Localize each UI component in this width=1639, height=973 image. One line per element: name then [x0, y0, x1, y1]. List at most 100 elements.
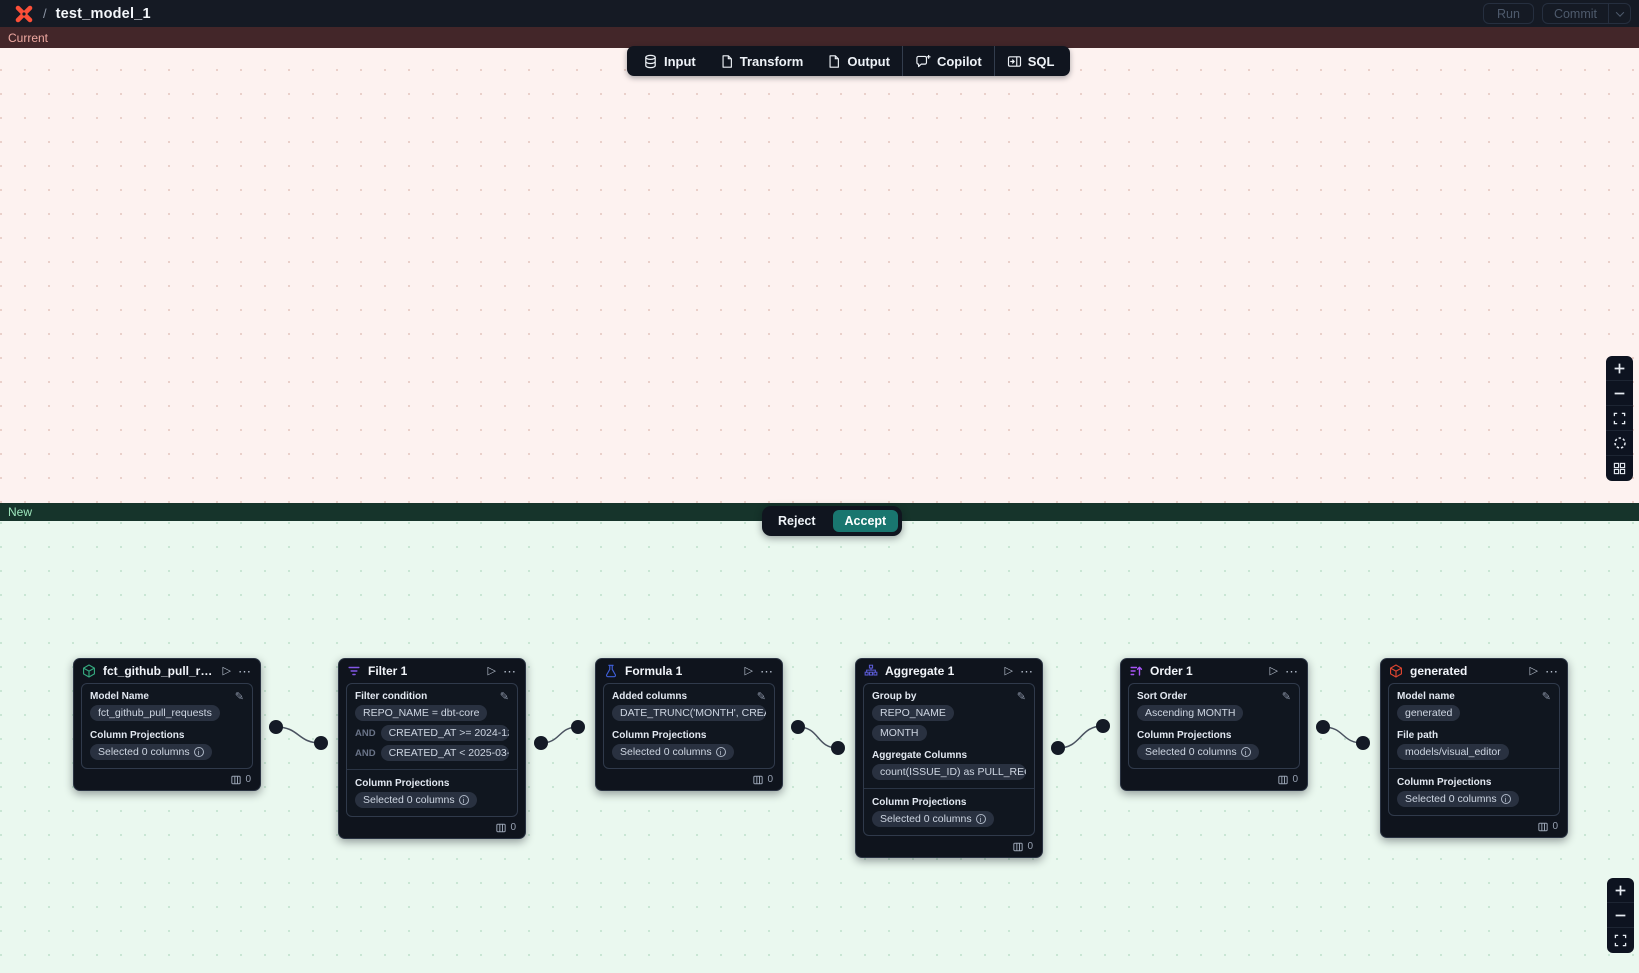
value-pill[interactable]: fct_github_pull_requests — [90, 705, 220, 721]
run-node-icon[interactable]: ▷ — [1270, 666, 1278, 677]
value-pill[interactable]: Ascending MONTH — [1137, 705, 1243, 721]
column-projections-pill[interactable]: Selected 0 columnsi — [90, 744, 212, 760]
column-projections-pill[interactable]: Selected 0 columnsi — [612, 744, 734, 760]
node-fct-github-pull-requests[interactable]: fct_github_pull_requests ▷ ⋯ ✎ Model Nam… — [73, 658, 261, 791]
value-pill[interactable]: count(ISSUE_ID) as PULL_REQUEST_… — [872, 764, 1026, 780]
columns-icon — [496, 823, 506, 833]
run-button[interactable]: Run — [1483, 3, 1534, 24]
value-pill[interactable]: models/visual_editor — [1397, 744, 1509, 760]
run-node-icon[interactable]: ▷ — [488, 666, 496, 677]
edge-handle[interactable] — [571, 720, 585, 734]
fit-view-icon — [1614, 934, 1627, 947]
run-node-icon[interactable]: ▷ — [1530, 666, 1538, 677]
value-pill[interactable]: generated — [1397, 705, 1460, 721]
node-formula-1[interactable]: Formula 1 ▷ ⋯ ✎ Added columns DATE_TRUNC… — [595, 658, 783, 791]
value-pill[interactable]: REPO_NAME — [872, 705, 954, 721]
node-generated[interactable]: generated ▷ ⋯ ✎ Model name generated Fil… — [1380, 658, 1568, 838]
run-node-icon[interactable]: ▷ — [1005, 666, 1013, 677]
edit-icon[interactable]: ✎ — [1542, 690, 1551, 703]
columns-icon — [1278, 775, 1288, 785]
edge-handle[interactable] — [1356, 736, 1370, 750]
node-filter-1[interactable]: Filter 1 ▷ ⋯ ✎ Filter condition REPO_NAM… — [338, 658, 526, 839]
zoom-in-button[interactable] — [1606, 356, 1633, 381]
minus-icon — [1613, 387, 1626, 400]
edge-handle[interactable] — [534, 736, 548, 750]
toolbar-input-button[interactable]: Input — [631, 46, 708, 76]
locate-button[interactable] — [1606, 431, 1633, 456]
zoom-out-button[interactable] — [1607, 903, 1634, 928]
run-node-icon[interactable]: ▷ — [745, 666, 753, 677]
edit-icon[interactable]: ✎ — [500, 690, 509, 703]
flask-icon — [604, 664, 618, 678]
node-footer: 0 — [74, 772, 260, 790]
edit-icon[interactable]: ✎ — [235, 690, 244, 703]
columns-icon — [1538, 822, 1548, 832]
current-canvas[interactable]: Input Transform Output — [0, 48, 1639, 503]
zoom-in-button[interactable] — [1607, 878, 1634, 903]
node-section: Aggregate Columns count(ISSUE_ID) as PUL… — [872, 750, 1026, 780]
reject-button[interactable]: Reject — [766, 510, 828, 532]
fit-view-button[interactable] — [1607, 928, 1634, 953]
new-canvas[interactable]: Reject Accept — [0, 521, 1639, 973]
more-menu-icon[interactable]: ⋯ — [1545, 665, 1559, 678]
info-icon: i — [459, 795, 469, 805]
node-toolbar: Input Transform Output — [627, 46, 1070, 76]
model-cube-icon — [82, 664, 96, 678]
column-count: 0 — [1027, 841, 1033, 852]
toolbar-transform-button[interactable]: Transform — [708, 46, 816, 76]
node-header: Order 1 ▷ ⋯ — [1121, 659, 1307, 682]
info-icon: i — [1501, 794, 1511, 804]
database-icon — [643, 54, 658, 69]
node-body: ✎ Model Name fct_github_pull_requests Co… — [81, 683, 253, 769]
more-menu-icon[interactable]: ⋯ — [1020, 665, 1034, 678]
plus-icon — [1614, 884, 1627, 897]
value-pill[interactable]: CREATED_AT < 2025-03-01 — [381, 745, 509, 761]
more-menu-icon[interactable]: ⋯ — [238, 665, 252, 678]
commit-dropdown-button[interactable] — [1608, 4, 1630, 23]
more-menu-icon[interactable]: ⋯ — [1285, 665, 1299, 678]
column-projections-pill[interactable]: Selected 0 columnsi — [1397, 791, 1519, 807]
edge-handle[interactable] — [831, 741, 845, 755]
more-menu-icon[interactable]: ⋯ — [760, 665, 774, 678]
chevron-down-icon — [1615, 8, 1623, 16]
column-count: 0 — [245, 774, 251, 785]
edge-handle[interactable] — [1316, 720, 1330, 734]
column-projections-pill[interactable]: Selected 0 columnsi — [1137, 744, 1259, 760]
commit-button[interactable]: Commit — [1543, 4, 1608, 23]
value-pill[interactable]: DATE_TRUNC('MONTH', CREATED_AT… — [612, 705, 766, 721]
edge-handle[interactable] — [314, 736, 328, 750]
toolbar-copilot-button[interactable]: Copilot — [903, 46, 994, 76]
edit-icon[interactable]: ✎ — [1282, 690, 1291, 703]
node-order-1[interactable]: Order 1 ▷ ⋯ ✎ Sort Order Ascending MONTH… — [1120, 658, 1308, 791]
node-aggregate-1[interactable]: Aggregate 1 ▷ ⋯ ✎ Group by REPO_NAME MON… — [855, 658, 1043, 858]
visual-editor-app: / test_model_1 Run Commit Current Input — [0, 0, 1639, 973]
new-label: New — [8, 505, 32, 519]
toolbar-sql-button[interactable]: SQL — [995, 46, 1067, 76]
edge-handle[interactable] — [791, 720, 805, 734]
current-label: Current — [8, 31, 48, 45]
node-section: Column Projections Selected 0 columnsi — [355, 778, 509, 808]
fit-view-button[interactable] — [1606, 406, 1633, 431]
toolbar-output-button[interactable]: Output — [815, 46, 902, 76]
value-pill[interactable]: CREATED_AT >= 2024-12-01 — [381, 725, 509, 741]
node-header: fct_github_pull_requests ▷ ⋯ — [74, 659, 260, 682]
node-title: Order 1 — [1150, 664, 1263, 678]
edit-icon[interactable]: ✎ — [757, 690, 766, 703]
zoom-out-button[interactable] — [1606, 381, 1633, 406]
value-pill[interactable]: MONTH — [872, 725, 927, 741]
run-node-icon[interactable]: ▷ — [223, 666, 231, 677]
edge-handle[interactable] — [269, 720, 283, 734]
minimap-button[interactable] — [1606, 456, 1633, 481]
column-projections-pill[interactable]: Selected 0 columnsi — [872, 811, 994, 827]
value-pill[interactable]: REPO_NAME = dbt-core — [355, 705, 487, 721]
dashed-circle-icon — [1613, 436, 1627, 450]
node-section: Model name generated — [1397, 691, 1551, 721]
edge-handle[interactable] — [1096, 719, 1110, 733]
more-menu-icon[interactable]: ⋯ — [503, 665, 517, 678]
and-operator: AND — [355, 728, 376, 739]
edit-icon[interactable]: ✎ — [1017, 690, 1026, 703]
column-projections-pill[interactable]: Selected 0 columnsi — [355, 792, 477, 808]
edge-handle[interactable] — [1051, 741, 1065, 755]
accept-button[interactable]: Accept — [833, 510, 899, 532]
node-footer: 0 — [856, 839, 1042, 857]
